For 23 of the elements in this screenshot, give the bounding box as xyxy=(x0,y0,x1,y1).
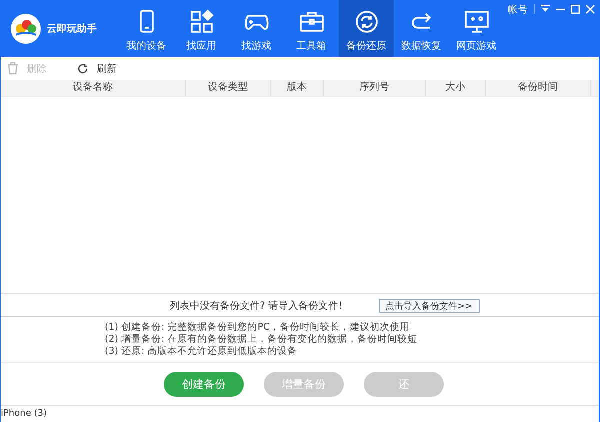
nav-tab[interactable]: 找应用 xyxy=(174,0,229,57)
empty-message: 列表中没有备份文件? 请导入备份文件! xyxy=(170,300,342,313)
nav-tab[interactable]: 找游戏 xyxy=(229,0,284,57)
nav-tab[interactable]: 我的设备 xyxy=(119,0,174,57)
column-header[interactable]: 大小 xyxy=(426,80,486,96)
column-header[interactable]: 设备类型 xyxy=(186,80,271,96)
note-text: (2) 增量备份: 在原有的备份数据上，备份有变化的数据，备份时间较短 xyxy=(105,334,419,346)
column-header[interactable]: 设备名称 xyxy=(1,80,186,96)
account-link[interactable]: 帐号 xyxy=(508,3,528,17)
column-header[interactable]: 序列号 xyxy=(324,80,426,96)
nav-tab[interactable]: 网页游戏 xyxy=(449,0,504,57)
import-button[interactable]: 点击导入备份文件>> xyxy=(378,299,480,313)
nav-tab[interactable]: 备份还原 xyxy=(339,0,394,57)
nav-tab[interactable]: 工具箱 xyxy=(284,0,339,57)
note-text: (3) 还原: 高版本不允许还原到低版本的设备 xyxy=(105,346,299,358)
column-header[interactable]: 版本 xyxy=(271,80,324,96)
action-button[interactable]: 创建备份 xyxy=(164,372,244,396)
status-text: iPhone (3) xyxy=(1,409,47,419)
refresh-button[interactable]: 刷新 xyxy=(77,62,117,76)
note-text: (1) 创建备份: 完整数据备份到您的PC，备份时间较长，建议初次使用 xyxy=(105,322,412,334)
column-header[interactable]: 备份时间 xyxy=(486,80,591,96)
nav-tab[interactable]: 数据恢复 xyxy=(394,0,449,57)
app-title: 云即玩助手 xyxy=(47,22,97,36)
